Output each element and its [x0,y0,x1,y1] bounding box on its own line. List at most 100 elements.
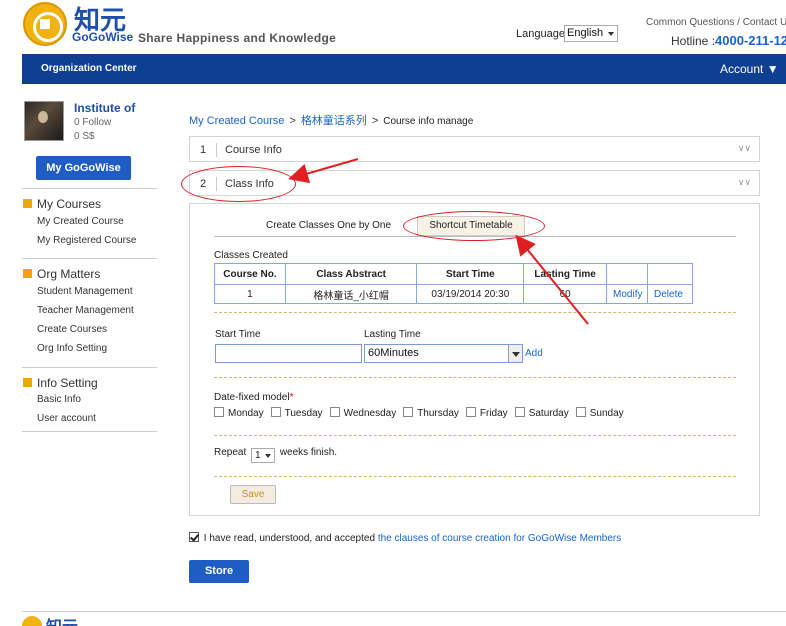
breadcrumb-current: Course info manage [383,116,474,127]
section-label: Course Info [225,144,282,156]
classes-created-label: Classes Created [214,250,288,261]
tab-create-one-by-one[interactable]: Create Classes One by One [266,220,391,231]
lasting-time-value: 60Minutes [368,347,419,359]
add-link[interactable]: Add [525,348,543,359]
day-thursday[interactable]: Thursday [403,407,459,419]
help-links[interactable]: Common Questions / Contact U [646,17,786,28]
day-saturday[interactable]: Saturday [514,407,569,419]
checkbox[interactable] [329,407,340,417]
col-modify [606,263,648,285]
sidebar-item-student-management[interactable]: Student Management [37,286,133,297]
checkbox[interactable] [270,407,281,417]
avatar[interactable] [24,101,64,141]
col-start-time: Start Time [416,263,525,285]
bullet-icon [23,378,32,387]
dashed-divider [214,312,736,313]
sidebar-item-create-courses[interactable]: Create Courses [37,324,107,335]
day-tuesday[interactable]: Tuesday [270,407,323,419]
agreement-link[interactable]: the clauses of course creation for GoGoW… [378,533,621,544]
sidebar-item-user-account[interactable]: User account [37,413,96,424]
col-delete [647,263,693,285]
account-menu[interactable]: Account ▼ [720,62,779,76]
classes-table: Course No. Class Abstract Start Time Las… [214,263,693,304]
day-monday[interactable]: Monday [214,407,264,419]
chevron-down-icon[interactable] [508,345,522,362]
checkbox[interactable] [214,407,224,417]
sidebar-item-my-created-course[interactable]: My Created Course [37,216,124,227]
bullet-icon [23,199,32,208]
repeat-select[interactable]: 1 [251,448,276,463]
table-row: 1 格林童话_小红帽 03/19/2014 20:30 60 Modify De… [214,284,693,304]
dashed-divider [214,435,736,436]
table-header-row: Course No. Class Abstract Start Time Las… [214,263,693,285]
sidebar-divider [22,258,157,259]
delete-link[interactable]: Delete [647,284,693,304]
dashed-divider [214,476,736,477]
top-nav-bar: Organization Center Account ▼ [22,54,786,84]
breadcrumb-separator: > [371,115,379,127]
breadcrumb: My Created Course > 格林童话系列 > Course info man… [189,112,473,128]
hotline-label: Hotline : [671,34,716,48]
organization-center-link[interactable]: Organization Center [41,63,137,74]
sidebar-heading-org-matters: Org Matters [23,267,100,281]
hotline-number: 4000-211-12 [715,33,786,48]
logo-english[interactable]: GoGoWise [72,30,133,44]
language-label: Language [516,28,565,40]
save-button[interactable]: Save [230,485,276,504]
section-index: 1 [200,144,207,156]
lasting-time-label: Lasting Time [364,329,421,340]
logo-icon[interactable] [23,2,67,46]
checkbox[interactable] [514,407,525,417]
day-sunday[interactable]: Sunday [575,407,624,419]
sidebar-item-org-info-setting[interactable]: Org Info Setting [37,343,107,354]
modify-link[interactable]: Modify [606,284,648,304]
footer-divider [22,611,786,612]
agreement-row: I have read, understood, and accepted th… [189,532,621,544]
checkbox[interactable] [465,407,476,417]
breadcrumb-course-series[interactable]: 格林童话系列 [301,115,367,127]
section-course-info[interactable]: 1 Course Info ∨∨ [189,136,760,162]
start-time-input[interactable] [215,344,362,363]
footer-logo-text: 知元 [46,613,78,626]
agreement-checkbox[interactable] [189,532,199,542]
hotline: Hotline :4000-211-12 [671,33,786,48]
annotation-oval [403,211,545,241]
cell-class-abstract: 格林童话_小红帽 [284,284,418,304]
col-course-no: Course No. [214,263,286,285]
start-time-label: Start Time [215,329,261,340]
double-chevron-down-icon[interactable]: ∨∨ [738,177,751,188]
lasting-time-select[interactable]: 60Minutes [364,344,523,363]
weekday-checkboxes: Monday Tuesday Wednesday Thursday Friday Satu… [214,407,631,419]
double-chevron-down-icon[interactable]: ∨∨ [738,143,751,154]
checkbox[interactable] [403,407,414,417]
cell-lasting-time: 60 [523,284,608,304]
date-fixed-label: Date-fixed model* [214,392,294,403]
tagline: Share Happiness and Knowledge [138,31,337,45]
sidebar-item-teacher-management[interactable]: Teacher Management [37,305,134,316]
checkbox[interactable] [575,407,586,417]
language-value: English [567,27,604,39]
chevron-down-icon [265,454,272,458]
follow-count: 0 Follow [74,117,112,128]
breadcrumb-separator: > [289,115,296,127]
language-select[interactable]: English [564,25,618,42]
agreement-text: I have read, understood, and accepted [203,533,376,544]
day-wednesday[interactable]: Wednesday [329,407,396,419]
sidebar-item-basic-info[interactable]: Basic Info [37,394,81,405]
store-button[interactable]: Store [189,560,249,583]
day-friday[interactable]: Friday [465,407,508,419]
cell-course-no: 1 [214,284,286,304]
balance: 0 S$ [74,131,95,142]
sidebar-item-my-registered-course[interactable]: My Registered Course [37,235,136,246]
institution-name[interactable]: Institute of [74,101,135,115]
col-class-abstract: Class Abstract [284,263,418,285]
repeat-row: Repeat 1 weeks finish. [214,447,337,463]
divider [216,143,217,157]
col-lasting-time: Lasting Time [523,263,608,285]
annotation-oval [181,166,296,202]
repeat-suffix: weeks finish. [279,447,338,458]
sidebar-divider [22,367,157,368]
my-gogowise-button[interactable]: My GoGoWise [36,156,131,180]
breadcrumb-my-created-course[interactable]: My Created Course [189,115,284,127]
sidebar-heading-info-setting: Info Setting [23,376,98,390]
